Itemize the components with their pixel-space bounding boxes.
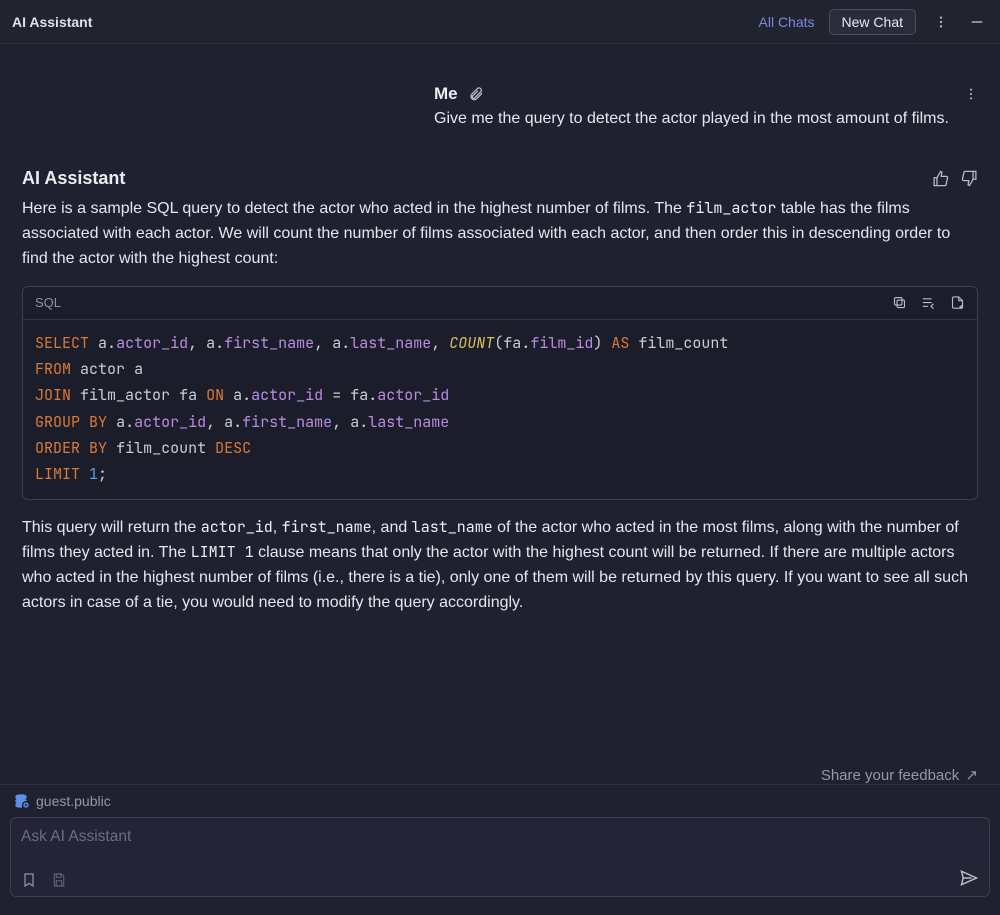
context-label[interactable]: guest.public [36, 793, 111, 809]
assistant-outro-text: This query will return the actor_id, fir… [22, 519, 968, 610]
code-content[interactable]: SELECT a.actor_id, a.first_name, a.last_… [23, 320, 977, 500]
code-block: SQL SELECT a.actor_id, a.first_name, a.l… [22, 286, 978, 501]
database-icon [14, 793, 30, 809]
save-icon[interactable] [51, 872, 67, 888]
panel-title: AI Assistant [12, 14, 92, 30]
prompt-placeholder: Ask AI Assistant [21, 828, 131, 846]
new-chat-button[interactable]: New Chat [829, 9, 916, 35]
insert-code-icon[interactable] [921, 295, 936, 310]
thumbs-down-icon[interactable] [961, 170, 978, 187]
attachment-icon[interactable] [468, 86, 484, 102]
assistant-intro-text: Here is a sample SQL query to detect the… [22, 200, 950, 267]
bookmark-icon[interactable] [21, 872, 37, 888]
chat-scroll-area[interactable]: Me Give me the query to detect the actor… [0, 44, 1000, 784]
prompt-input[interactable]: Ask AI Assistant [10, 817, 990, 897]
create-file-icon[interactable] [950, 295, 965, 310]
message-more-icon[interactable] [964, 87, 978, 101]
titlebar: AI Assistant All Chats New Chat [0, 0, 1000, 44]
thumbs-up-icon[interactable] [932, 170, 949, 187]
more-options-icon[interactable] [930, 11, 952, 33]
minimize-icon[interactable] [966, 11, 988, 33]
input-area: Ask AI Assistant [0, 817, 1000, 907]
assistant-message: AI Assistant Here is a sample SQL query … [0, 148, 1000, 625]
share-feedback-link[interactable]: Share your feedback ↗ [0, 766, 1000, 784]
assistant-name: AI Assistant [22, 168, 125, 189]
user-name: Me [434, 84, 458, 104]
code-language-label: SQL [35, 293, 61, 313]
user-message: Me Give me the query to detect the actor… [0, 44, 1000, 148]
context-bar: guest.public [0, 784, 1000, 817]
user-message-text: Give me the query to detect the actor pl… [434, 104, 978, 130]
copy-code-icon[interactable] [892, 295, 907, 310]
all-chats-link[interactable]: All Chats [759, 14, 815, 30]
send-icon[interactable] [959, 868, 979, 888]
